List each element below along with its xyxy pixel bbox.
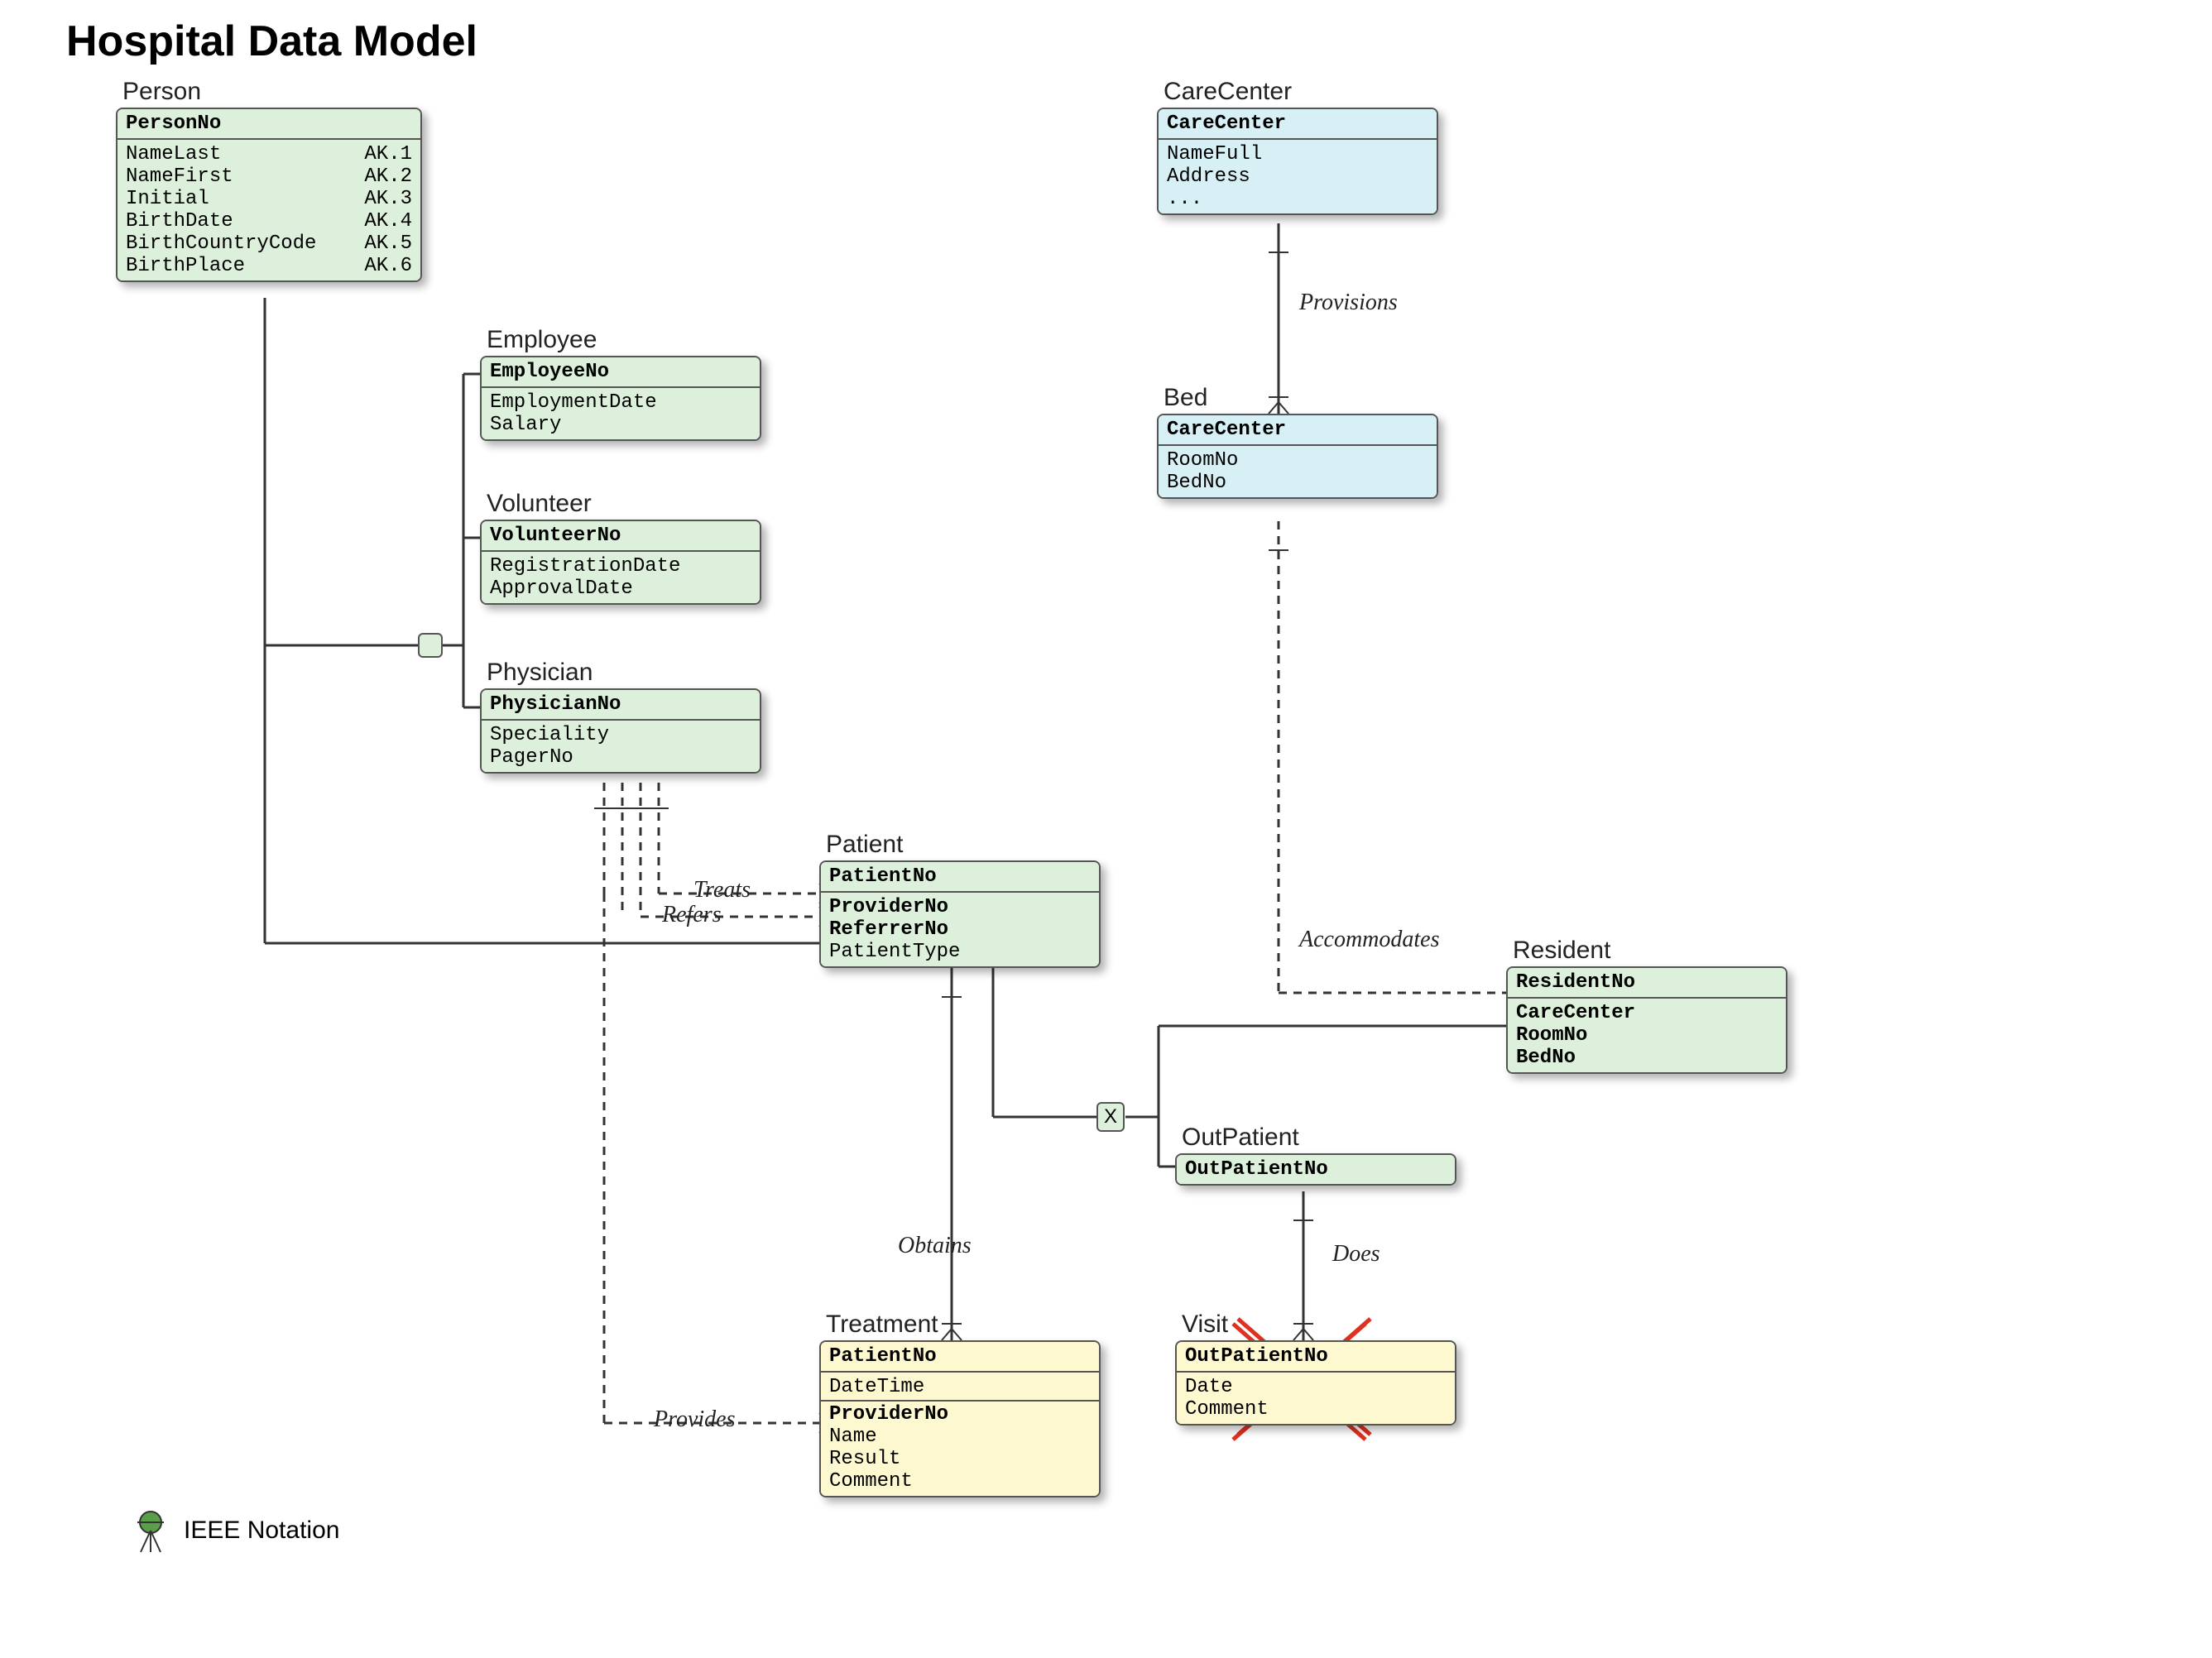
entity-title: Treatment	[826, 1311, 938, 1339]
rel-accommodates: Accommodates	[1299, 927, 1440, 953]
entity-person: Person PersonNo NameLastAK.1 NameFirstAK…	[116, 108, 422, 282]
entity-title: CareCenter	[1164, 78, 1292, 106]
rel-obtains: Obtains	[898, 1233, 972, 1259]
entity-title: Physician	[487, 659, 593, 687]
entity-employee: Employee EmployeeNo EmploymentDate Salar…	[480, 356, 761, 441]
entity-title: Visit	[1182, 1311, 1228, 1339]
rel-provides: Provides	[654, 1406, 736, 1433]
entity-title: OutPatient	[1182, 1124, 1299, 1152]
entity-title: Resident	[1513, 937, 1610, 965]
entity-body: NameLastAK.1 NameFirstAK.2 InitialAK.3 B…	[118, 140, 420, 280]
notation-label: IEEE Notation	[184, 1517, 339, 1545]
rel-does: Does	[1332, 1241, 1380, 1267]
entity-title: Volunteer	[487, 490, 592, 518]
rel-refers: Refers	[662, 902, 722, 928]
entity-bed: Bed CareCenter RoomNo BedNo	[1157, 414, 1438, 499]
entity-volunteer: Volunteer VolunteerNo RegistrationDate A…	[480, 520, 761, 605]
entity-physician: Physician PhysicianNo Speciality PagerNo	[480, 688, 761, 774]
entity-visit: Visit OutPatientNo Date Comment	[1175, 1340, 1456, 1426]
entity-title: Person	[122, 78, 201, 106]
entity-title: Bed	[1164, 384, 1207, 412]
rel-treats: Treats	[693, 877, 751, 903]
rel-provisions: Provisions	[1299, 290, 1398, 316]
entity-patient: Patient PatientNo ProviderNo ReferrerNo …	[819, 860, 1101, 968]
entity-outpatient: OutPatient OutPatientNo	[1175, 1153, 1456, 1186]
subtype-node-person	[418, 633, 443, 658]
entity-head: PersonNo	[118, 109, 420, 140]
entity-title: Employee	[487, 326, 597, 354]
entity-treatment: Treatment PatientNo DateTime ProviderNo …	[819, 1340, 1101, 1497]
entity-carecenter: CareCenter CareCenter NameFull Address .…	[1157, 108, 1438, 215]
notation-legend: IEEE Notation	[132, 1506, 339, 1555]
subtype-node-patient: X	[1096, 1102, 1125, 1132]
entity-resident: Resident ResidentNo CareCenter RoomNo Be…	[1506, 966, 1787, 1074]
entity-title: Patient	[826, 831, 903, 859]
diagram-canvas: Hospital Data Model	[0, 0, 2212, 1658]
legend-icon	[132, 1506, 169, 1555]
